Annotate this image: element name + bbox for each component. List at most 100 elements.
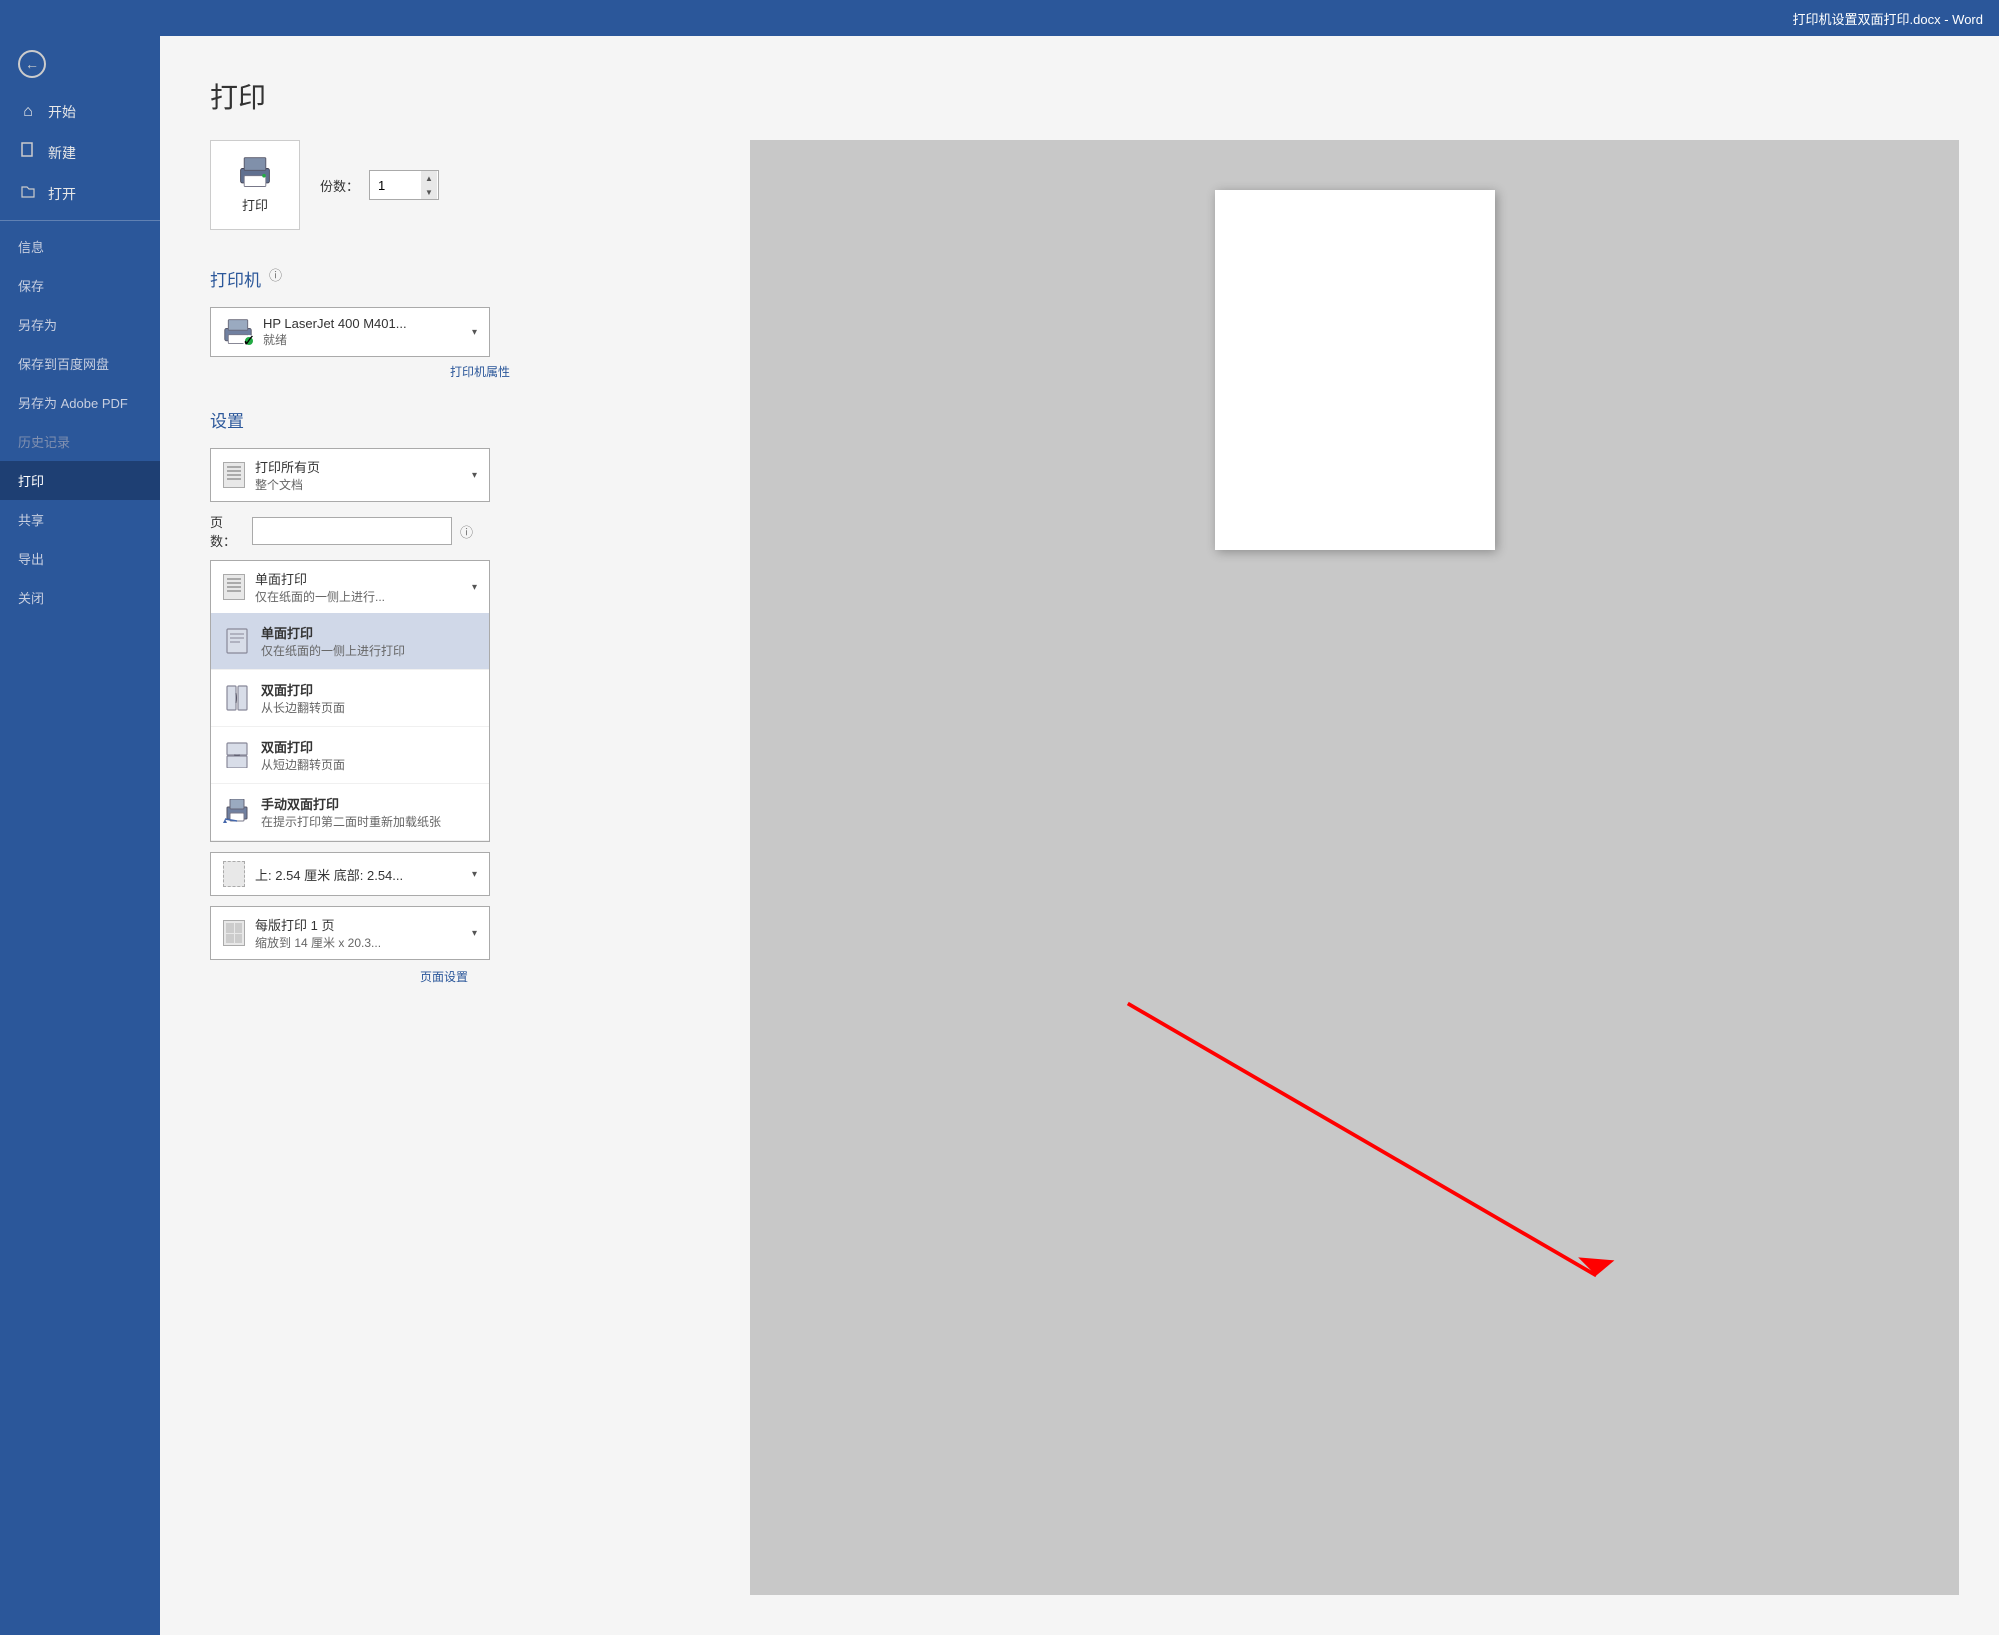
sides-text: 单面打印 仅在纸面的一侧上进行... bbox=[255, 569, 462, 605]
sides-sub: 仅在纸面的一侧上进行... bbox=[255, 588, 462, 605]
menu-item-manual-duplex[interactable]: 手动双面打印 在提示打印第二面时重新加载纸张 bbox=[211, 784, 489, 841]
menu-item-single[interactable]: 单面打印 仅在纸面的一侧上进行打印 bbox=[211, 613, 489, 670]
sidebar-item-history[interactable]: 历史记录 bbox=[0, 422, 160, 461]
page-range-main: 打印所有页 bbox=[255, 457, 462, 476]
margins-icon bbox=[223, 861, 245, 887]
margins-dropdown-arrow: ▾ bbox=[472, 869, 477, 880]
print-button[interactable]: 打印 bbox=[210, 140, 300, 230]
manual-duplex-texts: 手动双面打印 在提示打印第二面时重新加载纸张 bbox=[261, 794, 477, 830]
copies-up-button[interactable]: ▲ bbox=[421, 171, 437, 185]
duplex-short-title: 双面打印 bbox=[261, 737, 477, 756]
manual-duplex-icon bbox=[223, 798, 251, 826]
home-icon: ⌂ bbox=[18, 103, 38, 121]
pages-per-sheet-dropdown[interactable]: 每版打印 1 页 缩放到 14 厘米 x 20.3... ▾ bbox=[210, 906, 490, 960]
duplex-short-icon bbox=[223, 741, 251, 769]
sidebar-item-close[interactable]: 关闭 bbox=[0, 578, 160, 617]
new-icon bbox=[18, 142, 38, 163]
printer-selector[interactable]: ✓ HP LaserJet 400 M401... 就绪 ▾ bbox=[210, 307, 490, 357]
margins-text: 上: 2.54 厘米 底部: 2.54... bbox=[255, 865, 462, 884]
pages-input[interactable] bbox=[252, 517, 452, 545]
copies-input-wrap: ▲ ▼ bbox=[369, 170, 439, 200]
printer-status-icon: ✓ bbox=[223, 319, 253, 345]
printer-info-icon: ⓘ bbox=[269, 265, 282, 284]
menu-item-duplex-long[interactable]: 双面打印 从长边翻转页面 bbox=[211, 670, 489, 727]
duplex-long-texts: 双面打印 从长边翻转页面 bbox=[261, 680, 477, 716]
printer-status-text: 就绪 bbox=[263, 331, 462, 348]
sides-menu: 单面打印 仅在纸面的一侧上进行打印 bbox=[210, 613, 490, 842]
sidebar-item-export[interactable]: 导出 bbox=[0, 539, 160, 578]
duplex-long-title: 双面打印 bbox=[261, 680, 477, 699]
pages-per-sheet-main: 每版打印 1 页 bbox=[255, 915, 462, 934]
manual-duplex-sub: 在提示打印第二面时重新加载纸张 bbox=[261, 813, 477, 830]
sidebar: ← ⌂ 开始 新建 打开 信息 bbox=[0, 36, 160, 1635]
sidebar-item-save-as[interactable]: 另存为 bbox=[0, 305, 160, 344]
page-range-icon bbox=[223, 462, 245, 488]
single-side-icon bbox=[223, 627, 251, 655]
content-preview-row: 打印 份数： ▲ ▼ 打印机 bbox=[210, 140, 1959, 1595]
manual-duplex-title: 手动双面打印 bbox=[261, 794, 477, 813]
page-setup-link[interactable]: 页面设置 bbox=[420, 968, 468, 985]
sides-dropdown[interactable]: 单面打印 仅在纸面的一侧上进行... ▾ bbox=[210, 560, 490, 613]
pages-per-sheet-sub: 缩放到 14 厘米 x 20.3... bbox=[255, 934, 462, 951]
sidebar-item-label: 新建 bbox=[48, 143, 76, 163]
page-range-text: 打印所有页 整个文档 bbox=[255, 457, 462, 493]
sidebar-item-save-pdf[interactable]: 另存为 Adobe PDF bbox=[0, 383, 160, 422]
duplex-long-sub: 从长边翻转页面 bbox=[261, 699, 477, 716]
sidebar-item-home[interactable]: ⌂ 开始 bbox=[0, 92, 160, 132]
print-btn-label: 打印 bbox=[242, 195, 268, 214]
preview-paper bbox=[1215, 190, 1495, 550]
printer-dropdown-arrow: ▾ bbox=[472, 327, 477, 338]
settings-section-title: 设置 bbox=[210, 407, 244, 432]
title-bar: 打印机设置双面打印.docx - Word bbox=[0, 0, 1999, 36]
sides-icon bbox=[223, 574, 245, 600]
printer-name: HP LaserJet 400 M401... bbox=[263, 316, 462, 331]
margins-dropdown[interactable]: 上: 2.54 厘米 底部: 2.54... ▾ bbox=[210, 852, 490, 896]
printer-icon bbox=[237, 157, 273, 189]
sidebar-item-label: 打开 bbox=[48, 184, 76, 204]
sides-main: 单面打印 bbox=[255, 569, 462, 588]
page-range-dropdown[interactable]: 打印所有页 整个文档 ▾ bbox=[210, 448, 490, 502]
settings-panel: 打印 份数： ▲ ▼ 打印机 bbox=[210, 140, 750, 1595]
sidebar-item-info[interactable]: 信息 bbox=[0, 227, 160, 266]
preview-area bbox=[750, 140, 1959, 1595]
pages-info-icon: ⓘ bbox=[460, 522, 473, 541]
sidebar-divider bbox=[0, 220, 160, 221]
back-button[interactable]: ← bbox=[0, 36, 160, 92]
settings-section-header: 设置 bbox=[210, 391, 750, 440]
pages-per-sheet-text: 每版打印 1 页 缩放到 14 厘米 x 20.3... bbox=[255, 915, 462, 951]
sides-dropdown-arrow: ▾ bbox=[472, 582, 477, 593]
sidebar-item-save[interactable]: 保存 bbox=[0, 266, 160, 305]
page-range-dropdown-arrow: ▾ bbox=[472, 470, 477, 481]
pages-per-sheet-icon bbox=[223, 920, 245, 946]
app-container: ← ⌂ 开始 新建 打开 信息 bbox=[0, 36, 1999, 1635]
sidebar-item-label: 开始 bbox=[48, 102, 76, 122]
copies-label: 份数： bbox=[320, 176, 359, 195]
duplex-long-icon bbox=[223, 684, 251, 712]
copies-spinner: ▲ ▼ bbox=[421, 170, 437, 200]
sidebar-item-new[interactable]: 新建 bbox=[0, 132, 160, 173]
pages-label: 页数： bbox=[210, 512, 244, 550]
printer-info: HP LaserJet 400 M401... 就绪 bbox=[263, 316, 462, 348]
open-icon bbox=[18, 183, 38, 204]
single-side-texts: 单面打印 仅在纸面的一侧上进行打印 bbox=[261, 623, 477, 659]
copies-down-button[interactable]: ▼ bbox=[421, 185, 437, 199]
sidebar-item-share[interactable]: 共享 bbox=[0, 500, 160, 539]
main-content: 打印 打印 份数： bbox=[160, 36, 1999, 1635]
duplex-short-sub: 从短边翻转页面 bbox=[261, 756, 477, 773]
printer-section-title: 打印机 bbox=[210, 266, 261, 291]
printer-status-indicator: ✓ bbox=[243, 335, 255, 347]
title-text: 打印机设置双面打印.docx - Word bbox=[1793, 9, 1983, 28]
page-range-sub: 整个文档 bbox=[255, 476, 462, 493]
single-side-title: 单面打印 bbox=[261, 623, 477, 642]
sidebar-item-save-baidu[interactable]: 保存到百度网盘 bbox=[0, 344, 160, 383]
sidebar-item-open[interactable]: 打开 bbox=[0, 173, 160, 214]
duplex-short-texts: 双面打印 从短边翻转页面 bbox=[261, 737, 477, 773]
copies-area: 份数： ▲ ▼ bbox=[320, 170, 439, 200]
pages-row: 页数： ⓘ bbox=[210, 512, 750, 550]
single-side-sub: 仅在纸面的一侧上进行打印 bbox=[261, 642, 477, 659]
page-title: 打印 bbox=[210, 76, 1959, 116]
printer-properties-link[interactable]: 打印机属性 bbox=[450, 363, 510, 380]
menu-item-duplex-short[interactable]: 双面打印 从短边翻转页面 bbox=[211, 727, 489, 784]
sidebar-item-print[interactable]: 打印 bbox=[0, 461, 160, 500]
printer-section-header: 打印机 ⓘ bbox=[210, 250, 750, 299]
